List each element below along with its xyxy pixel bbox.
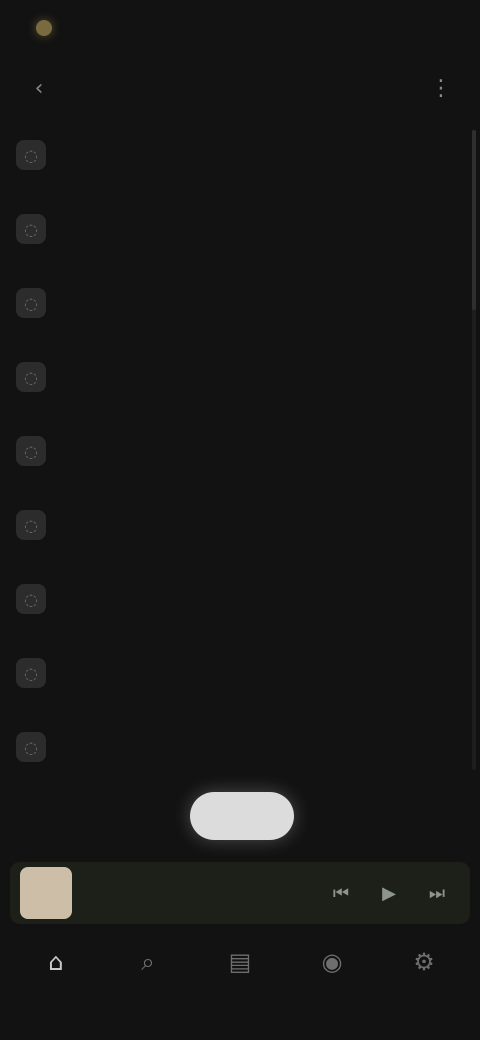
nav-item-home[interactable]: ⌂ [24,950,88,980]
app-header: ‹ ⋮ [0,62,480,114]
scrollbar[interactable] [472,130,476,770]
status-indicator-icon [36,20,52,36]
bottom-nav: ⌂ ⌕ ▤ ◉ ⚙ [0,930,480,1000]
more-icon[interactable]: ⋮ [424,71,458,105]
nav-item-settings[interactable]: ⚙ [392,950,456,980]
settings-icon: ◌ [16,584,46,614]
list-item[interactable]: ◌ [0,710,470,768]
list-item[interactable]: ◌ [0,636,470,710]
next-icon[interactable]: ⏭ [422,878,452,908]
list-item[interactable]: ◌ [0,488,470,562]
nav-item-profile[interactable]: ◉ [300,950,364,980]
list-item[interactable]: ◌ [0,118,470,192]
profile-icon: ◉ [321,948,343,976]
settings-icon: ⚙ [413,948,435,976]
previous-icon[interactable]: ⏮ [326,878,356,908]
mini-player[interactable]: ⏮ ▶ ⏭ [10,862,470,924]
settings-icon: ◌ [16,140,46,170]
library-icon: ▤ [228,948,252,976]
list-item[interactable]: ◌ [0,562,470,636]
search-icon: ⌕ [141,948,155,976]
settings-icon: ◌ [16,362,46,392]
list-item[interactable]: ◌ [0,266,470,340]
settings-icon: ◌ [16,732,46,762]
list-item[interactable]: ◌ [0,340,470,414]
player-controls: ⏮ ▶ ⏭ [326,878,460,908]
settings-icon: ◌ [16,510,46,540]
play-icon[interactable]: ▶ [374,878,404,908]
status-bar [0,0,480,56]
settings-icon: ◌ [16,658,46,688]
album-art[interactable] [20,867,72,919]
nav-item-library[interactable]: ▤ [208,950,272,980]
settings-icon: ◌ [16,436,46,466]
list-item[interactable]: ◌ [0,192,470,266]
scrollbar-thumb[interactable] [472,130,476,310]
back-icon[interactable]: ‹ [22,71,56,105]
toast-button[interactable] [190,792,294,840]
settings-list: ◌ ◌ ◌ ◌ ◌ ◌ ◌ ◌ ◌ [0,118,470,768]
list-item[interactable]: ◌ [0,414,470,488]
settings-icon: ◌ [16,288,46,318]
settings-icon: ◌ [16,214,46,244]
status-left [36,20,62,36]
home-icon: ⌂ [48,948,64,976]
nav-item-search[interactable]: ⌕ [116,950,180,980]
